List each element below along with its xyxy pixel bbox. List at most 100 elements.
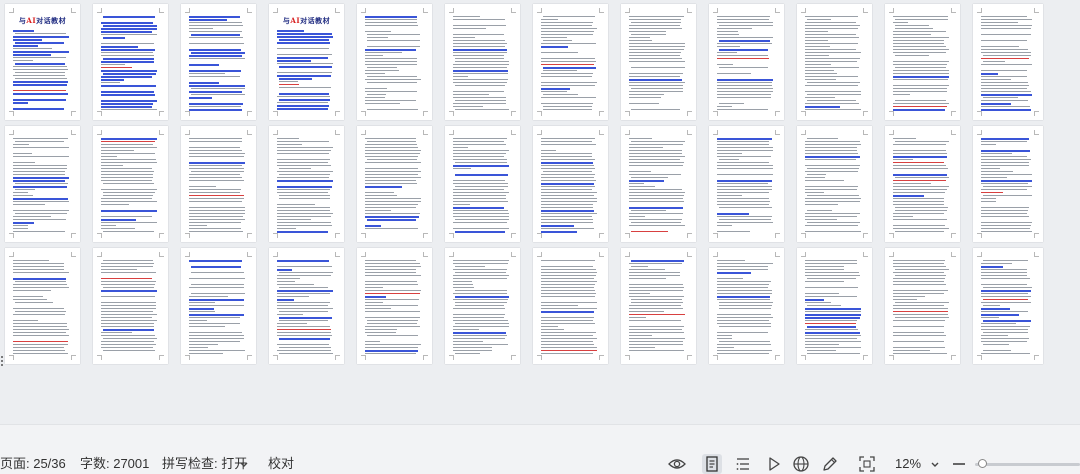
page-thumbnail[interactable]	[885, 126, 960, 242]
text-line	[893, 320, 945, 321]
text-line	[277, 281, 295, 282]
text-line	[541, 266, 593, 267]
page-thumbnail[interactable]	[533, 4, 608, 120]
text-line	[189, 177, 242, 178]
page-thumbnail[interactable]	[709, 126, 784, 242]
page-thumbnail[interactable]	[269, 126, 344, 242]
page-corner-mark	[71, 355, 76, 360]
text-line	[13, 138, 68, 139]
eye-icon[interactable]	[667, 454, 687, 474]
page-thumbnail[interactable]	[181, 4, 256, 120]
page-thumbnail[interactable]	[445, 248, 520, 364]
play-icon[interactable]	[764, 454, 784, 474]
page-thumbnail[interactable]	[709, 4, 784, 120]
text-line	[13, 54, 51, 56]
page-thumbnail[interactable]	[797, 4, 872, 120]
page-thumbnail[interactable]	[445, 126, 520, 242]
pen-icon[interactable]	[820, 454, 840, 474]
chevron-down-icon[interactable]	[234, 454, 248, 474]
fit-screen-icon[interactable]	[857, 454, 877, 474]
text-line	[893, 162, 944, 163]
page-corner-mark	[361, 8, 366, 13]
text-line	[365, 350, 418, 352]
page-thumbnail[interactable]	[93, 248, 168, 364]
page-view-icon[interactable]	[702, 454, 722, 474]
text-line	[629, 52, 681, 53]
text-line	[541, 326, 558, 327]
page-thumbnail[interactable]	[181, 126, 256, 242]
proofread-button[interactable]: 校对	[268, 455, 294, 473]
page-thumbnail[interactable]	[885, 4, 960, 120]
text-line	[101, 79, 124, 81]
page-thumbnail[interactable]	[533, 248, 608, 364]
text-line	[629, 25, 680, 26]
text-line	[981, 222, 1032, 223]
page-corner-mark	[273, 252, 278, 257]
page-thumbnail[interactable]	[709, 248, 784, 364]
page-thumbnail[interactable]	[973, 4, 1043, 120]
drag-handle-icon[interactable]	[1, 356, 5, 366]
text-line	[453, 82, 507, 83]
text-line	[277, 332, 331, 333]
text-line	[807, 19, 831, 20]
text-line	[719, 67, 768, 68]
text-line	[893, 174, 947, 176]
page-corner-mark	[449, 8, 454, 13]
page-thumbnail[interactable]	[621, 248, 696, 364]
text-line	[455, 272, 506, 273]
page-thumbnail[interactable]	[885, 248, 960, 364]
page-thumbnail[interactable]: 与AI对话教材	[5, 4, 80, 120]
page-thumbnail[interactable]	[357, 4, 432, 120]
page-corner-mark	[889, 252, 894, 257]
page-thumbnail[interactable]	[93, 4, 168, 120]
text-line	[277, 275, 331, 276]
page-thumbnail[interactable]	[621, 126, 696, 242]
text-line	[189, 201, 242, 202]
text-line	[805, 103, 859, 104]
text-line	[277, 72, 332, 73]
text-line	[279, 87, 331, 88]
text-line	[893, 52, 946, 53]
text-line	[13, 335, 69, 336]
page-thumbnail[interactable]	[357, 126, 432, 242]
text-line	[365, 58, 417, 59]
zoom-slider[interactable]	[975, 463, 1080, 466]
text-line	[717, 43, 772, 44]
page-thumbnail[interactable]	[93, 126, 168, 242]
text-line	[453, 159, 507, 160]
text-line	[629, 320, 681, 321]
word-count[interactable]: 字数: 27001	[80, 455, 149, 473]
zoom-level[interactable]: 12%	[895, 455, 921, 473]
minus-icon[interactable]	[949, 454, 969, 474]
text-line	[893, 183, 931, 184]
page-thumbnail[interactable]	[357, 248, 432, 364]
page-thumbnail[interactable]	[5, 248, 80, 364]
text-line	[453, 43, 507, 44]
page-thumbnail[interactable]	[181, 248, 256, 364]
text-line	[895, 55, 929, 56]
page-thumbnail[interactable]	[973, 248, 1043, 364]
page-thumbnail[interactable]	[973, 126, 1043, 242]
text-line	[279, 66, 332, 68]
page-thumbnail[interactable]	[269, 248, 344, 364]
page-thumbnail[interactable]	[533, 126, 608, 242]
chevron-down-icon[interactable]	[925, 454, 939, 474]
page-thumbnail[interactable]	[445, 4, 520, 120]
page-thumbnail[interactable]	[621, 4, 696, 120]
page-corner-mark	[775, 252, 780, 257]
text-line	[453, 25, 506, 26]
text-line	[717, 293, 772, 294]
document-canvas[interactable]: 与AI对话教材 与AI对话教材	[0, 0, 1080, 424]
outline-list-icon[interactable]	[733, 454, 753, 474]
page-indicator[interactable]: 页面: 25/36	[0, 455, 66, 473]
page-thumbnail[interactable]	[797, 126, 872, 242]
page-corner-mark	[889, 130, 894, 135]
text-line	[277, 150, 331, 151]
page-thumbnail[interactable]: 与AI对话教材	[269, 4, 344, 120]
page-thumbnail[interactable]	[797, 248, 872, 364]
text-line	[541, 350, 597, 351]
text-line	[189, 186, 216, 187]
globe-icon[interactable]	[791, 454, 811, 474]
page-thumbnail[interactable]	[5, 126, 80, 242]
zoom-slider-thumb[interactable]	[978, 459, 987, 468]
